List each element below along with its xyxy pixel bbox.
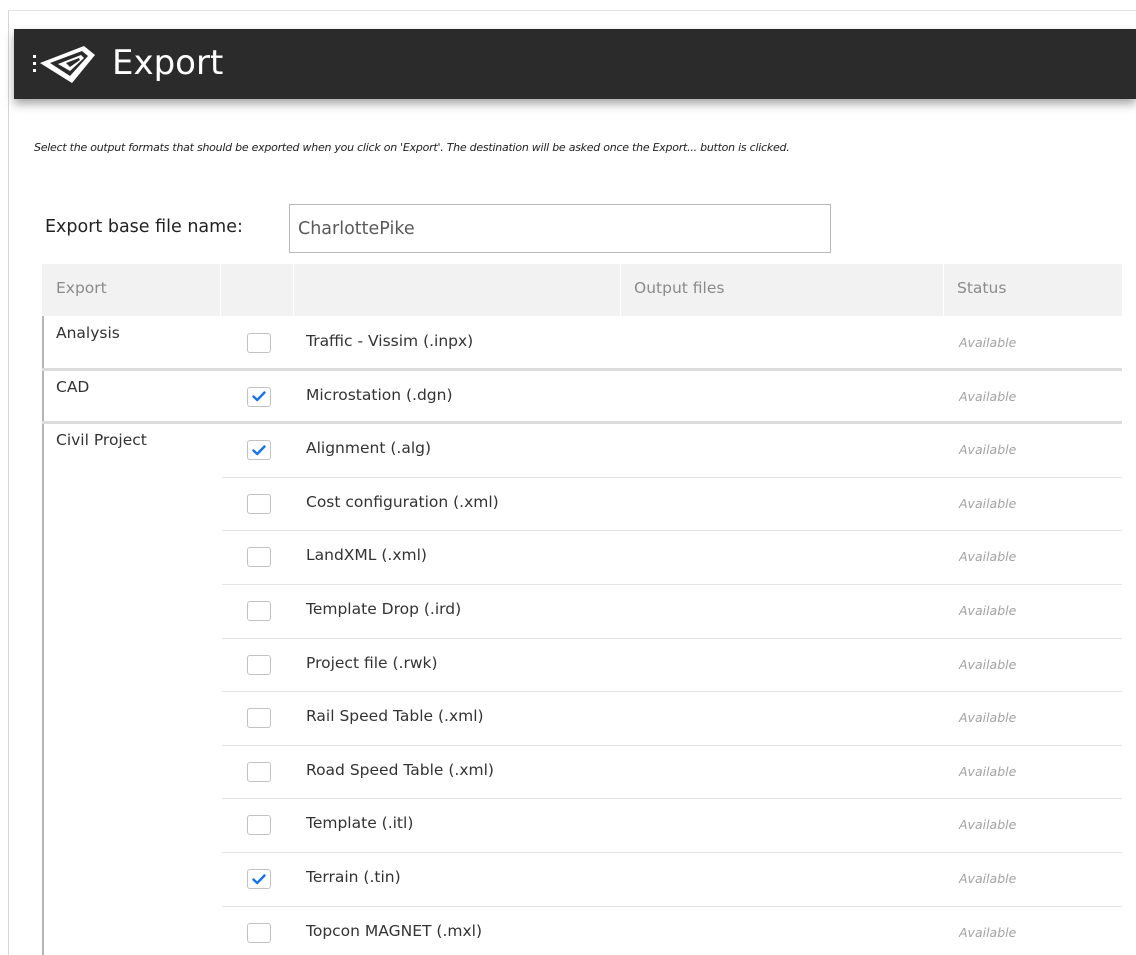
header-status[interactable]: Status: [943, 264, 1122, 316]
group-label: CAD: [56, 377, 90, 396]
export-checkbox[interactable]: [247, 440, 271, 461]
export-checkbox[interactable]: [247, 333, 271, 353]
row-divider: [222, 476, 1122, 478]
status-text: Available: [959, 710, 1017, 726]
export-dialog: Export Select the output formats that sh…: [0, 0, 1136, 955]
export-checkbox[interactable]: [247, 601, 271, 621]
status-text: Available: [959, 924, 1017, 940]
row-divider: [222, 530, 1122, 532]
export-checkbox[interactable]: [247, 654, 271, 675]
format-label: Road Speed Table (.xml): [306, 760, 494, 779]
format-label: LandXML (.xml): [306, 546, 427, 565]
export-checkbox[interactable]: [247, 547, 271, 568]
export-checkbox[interactable]: [247, 386, 271, 407]
header-output-files[interactable]: Output files: [620, 264, 943, 316]
status-text: Available: [959, 388, 1017, 404]
format-label: Rail Speed Table (.xml): [306, 707, 484, 726]
row-divider: [222, 852, 1122, 853]
header-export[interactable]: Export: [42, 264, 220, 316]
status-text: Available: [959, 871, 1017, 886]
format-label: Template Drop (.ird): [306, 600, 462, 618]
format-label: Alignment (.alg): [306, 439, 432, 458]
group-indicator: [42, 316, 44, 955]
group-label: Analysis: [56, 324, 120, 342]
row-divider: [222, 744, 1122, 746]
row-divider: [222, 798, 1122, 800]
row-divider: [222, 691, 1122, 693]
status-text: Available: [959, 549, 1017, 565]
checkmark-icon: [252, 444, 266, 455]
status-text: Available: [959, 495, 1017, 511]
checkmark-icon: [252, 391, 266, 402]
export-checkbox[interactable]: [247, 493, 271, 514]
window-title: Export: [112, 43, 224, 83]
header-select[interactable]: [221, 264, 293, 316]
status-text: Available: [959, 603, 1017, 618]
row-divider: [222, 637, 1122, 639]
row-divider: [222, 905, 1122, 907]
row-divider: [222, 584, 1122, 585]
status-text: Available: [959, 656, 1017, 672]
format-label: Terrain (.tin): [306, 868, 401, 886]
export-checkbox[interactable]: [247, 761, 271, 782]
header-format[interactable]: [294, 264, 620, 316]
checkmark-icon: [252, 873, 266, 884]
status-text: Available: [959, 817, 1017, 833]
export-checkbox[interactable]: [247, 869, 271, 889]
group-divider: [42, 421, 1122, 425]
status-text: Available: [959, 335, 1017, 350]
title-bar: Export: [14, 29, 1136, 99]
format-label: Cost configuration (.xml): [306, 492, 499, 511]
dialog-top-border: [8, 10, 1136, 11]
format-label: Traffic - Vissim (.inpx): [306, 332, 474, 350]
format-label: Microstation (.dgn): [306, 385, 453, 404]
format-label: Template (.itl): [306, 814, 414, 833]
export-checkbox[interactable]: [247, 708, 271, 729]
export-table: Export Output files Status Analysis Traff…: [42, 264, 1122, 955]
export-checkbox[interactable]: [247, 922, 271, 943]
filename-label: Export base file name:: [45, 217, 243, 237]
table-header: Export Output files Status: [42, 264, 1122, 316]
group-divider: [42, 367, 1122, 371]
group-label: Civil Project: [56, 431, 147, 450]
instructions-text: Select the output formats that should be…: [34, 141, 790, 154]
status-text: Available: [959, 442, 1017, 458]
status-text: Available: [959, 763, 1017, 779]
format-label: Topcon MAGNET (.mxl): [306, 921, 483, 940]
format-label: Project file (.rwk): [306, 653, 438, 672]
filename-input[interactable]: [289, 204, 831, 253]
export-checkbox[interactable]: [247, 815, 271, 836]
dialog-left-border: [8, 10, 9, 955]
road-perspective-icon: [33, 46, 95, 83]
